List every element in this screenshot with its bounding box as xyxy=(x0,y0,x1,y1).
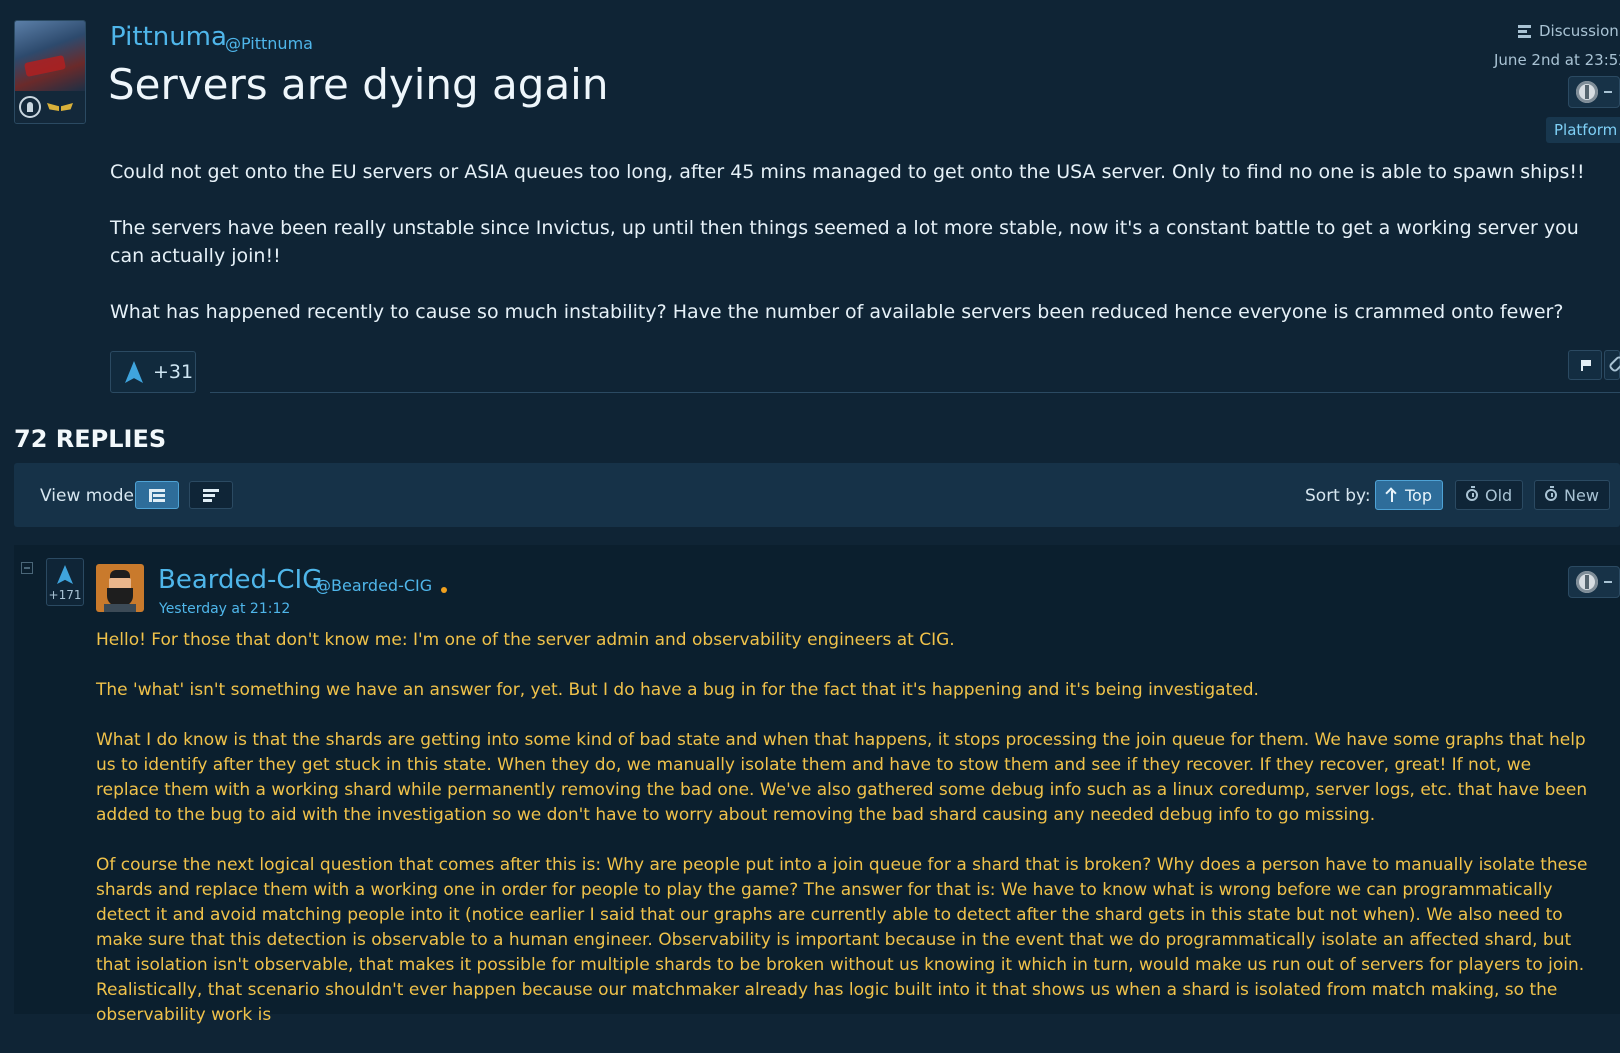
upvote-icon xyxy=(57,565,73,584)
thread-title: Servers are dying again xyxy=(108,60,609,109)
author-name[interactable]: Pittnuma xyxy=(110,22,227,52)
reply-body: Hello! For those that don't know me: I'm… xyxy=(96,628,1596,1053)
collapse-icon[interactable] xyxy=(21,562,33,574)
arrow-icon xyxy=(1604,91,1612,93)
arrow-icon xyxy=(1604,581,1612,583)
reply-paragraph: Of course the next logical question that… xyxy=(96,855,1588,1025)
view-mode-label: View mode: xyxy=(40,486,140,506)
thread-type-label: Discussion xyxy=(1539,22,1619,40)
thread-paragraph: The servers have been really unstable si… xyxy=(110,217,1579,267)
thread-date: June 2nd at 23:52 xyxy=(1494,51,1620,69)
org-globe-icon xyxy=(1576,81,1598,103)
sort-old-button[interactable]: Old xyxy=(1455,480,1524,510)
nested-view-icon xyxy=(149,489,167,503)
org-globe-icon xyxy=(1576,571,1598,593)
reply-paragraph: What I do know is that the shards are ge… xyxy=(96,730,1588,825)
citizen-badge-icon xyxy=(19,96,41,118)
org-button[interactable] xyxy=(1568,76,1620,108)
thread-type: Discussion xyxy=(1518,22,1619,40)
thread-paragraph: Could not get onto the EU servers or ASI… xyxy=(110,161,1585,183)
reply-paragraph: Hello! For those that don't know me: I'm… xyxy=(96,630,955,650)
stopwatch-icon xyxy=(1545,486,1557,501)
author-avatar[interactable] xyxy=(14,20,86,124)
sort-new-button[interactable]: New xyxy=(1534,480,1610,510)
sort-old-label: Old xyxy=(1485,485,1513,505)
sort-label: Sort by: xyxy=(1305,486,1371,506)
reply-org-button[interactable] xyxy=(1568,566,1620,598)
view-mode-flat-button[interactable] xyxy=(189,481,233,509)
reply-paragraph: The 'what' isn't something we have an an… xyxy=(96,680,1259,700)
reply-author-name[interactable]: Bearded-CIG xyxy=(158,565,322,595)
copy-link-button[interactable] xyxy=(1604,350,1620,380)
replies-count: 72 REPLIES xyxy=(14,425,167,453)
reply-vote-count: +171 xyxy=(48,588,82,602)
upvote-icon xyxy=(125,361,143,383)
author-badges xyxy=(15,91,85,123)
flat-view-icon xyxy=(203,489,221,503)
sort-top-button[interactable]: Top xyxy=(1375,480,1443,510)
thread-body: Could not get onto the EU servers or ASI… xyxy=(110,158,1590,354)
discussion-icon xyxy=(1518,24,1531,38)
status-dot-icon xyxy=(441,587,447,593)
stopwatch-icon xyxy=(1466,486,1478,501)
author-handle[interactable]: @Pittnuma xyxy=(225,34,313,53)
platform-tag[interactable]: Platform xyxy=(1546,117,1620,143)
vote-count: +31 xyxy=(153,361,194,383)
arrow-up-icon xyxy=(1386,488,1398,502)
report-button[interactable] xyxy=(1568,350,1602,380)
reply-author-handle[interactable]: @Bearded-CIG xyxy=(315,576,432,595)
sort-top-label: Top xyxy=(1405,485,1432,505)
thread-paragraph: What has happened recently to cause so m… xyxy=(110,301,1564,323)
flag-icon xyxy=(1581,360,1591,371)
upvote-button[interactable]: +31 xyxy=(110,351,196,393)
sort-new-label: New xyxy=(1564,485,1599,505)
avatar-image xyxy=(15,21,85,91)
reply-upvote-button[interactable]: +171 xyxy=(46,558,84,606)
view-mode-nested-button[interactable] xyxy=(135,481,179,509)
link-icon xyxy=(1607,354,1620,374)
reply-timestamp[interactable]: Yesterday at 21:12 xyxy=(159,601,290,617)
divider xyxy=(210,392,1620,393)
reply-avatar[interactable] xyxy=(96,564,144,612)
wings-badge-icon xyxy=(47,100,73,114)
